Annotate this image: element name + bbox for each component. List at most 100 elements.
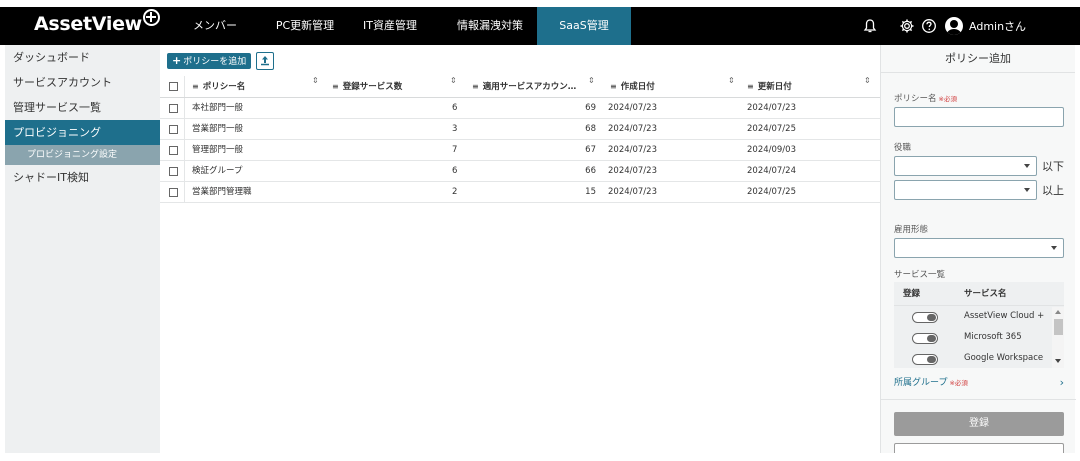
nav-pc-update[interactable]: PC更新管理 <box>265 7 345 45</box>
service-row: Google Workspace <box>894 348 1052 368</box>
service-toggle[interactable] <box>912 312 938 323</box>
sidebar: ダッシュボード サービスアカウント 管理サービス一覧 プロビジョニング プロビジ… <box>5 45 160 453</box>
bell-icon[interactable] <box>862 18 878 34</box>
service-name: AssetView Cloud + <box>964 311 1045 321</box>
column-label: 更新日付 <box>757 82 792 92</box>
column-header-applied-accounts[interactable]: ≡ 適用サービスアカウン… <box>472 76 594 97</box>
sidebar-item-provisioning[interactable]: プロビジョニング <box>5 120 160 145</box>
sort-icon[interactable]: ⇕ <box>728 76 735 85</box>
service-row: Microsoft 365 <box>894 327 1052 348</box>
scroll-up-icon[interactable] <box>1055 310 1061 314</box>
filter-icon[interactable]: ≡ <box>332 82 339 91</box>
upload-button[interactable] <box>256 52 274 70</box>
user-menu[interactable]: Adminさん <box>945 16 1026 36</box>
cell-policy-name[interactable]: 管理部門一般 <box>192 140 243 160</box>
sidebar-item-shadow-it[interactable]: シャドーIT検知 <box>5 165 160 190</box>
cell-created-date: 2024/07/23 <box>608 103 657 113</box>
cell-applied-accounts: 66 <box>585 166 596 176</box>
row-checkbox[interactable] <box>169 188 178 197</box>
column-label: 作成日付 <box>620 82 655 92</box>
nav-leak-prevention[interactable]: 情報漏洩対策 <box>450 7 530 45</box>
row-checkbox[interactable] <box>169 167 178 176</box>
add-policy-label: ポリシーを追加 <box>183 57 247 67</box>
row-checkbox[interactable] <box>169 125 178 134</box>
cell-policy-name[interactable]: 営業部門管理職 <box>192 182 252 202</box>
column-header-created-date[interactable]: ≡ 作成日付 <box>610 76 730 97</box>
column-divider <box>184 161 185 181</box>
cell-policy-name[interactable]: 本社部門一般 <box>192 98 243 118</box>
position-label: 役職 <box>894 143 912 153</box>
cell-created-date: 2024/07/23 <box>608 187 657 197</box>
filter-icon[interactable]: ≡ <box>747 82 754 91</box>
sort-icon[interactable]: ⇕ <box>864 76 871 85</box>
policy-add-panel: ポリシー追加 ポリシー名 ※必須 役職 以下 以上 雇用形態 サービス一覧 登録 … <box>880 45 1076 453</box>
row-checkbox[interactable] <box>169 104 178 113</box>
add-policy-button[interactable]: + ポリシーを追加 <box>167 53 252 69</box>
table-row[interactable]: 本社部門一般 6 69 2024/07/23 2024/07/23 <box>160 98 880 119</box>
cell-created-date: 2024/07/23 <box>608 166 657 176</box>
sidebar-subitem-provisioning-settings[interactable]: プロビジョニング設定 <box>5 145 160 165</box>
table-row[interactable]: 管理部門一般 7 67 2024/07/23 2024/09/03 <box>160 140 880 161</box>
column-divider <box>184 98 185 118</box>
row-checkbox[interactable] <box>169 146 178 155</box>
column-header-service-count[interactable]: ≡ 登録サービス数 <box>332 76 452 97</box>
cell-applied-accounts: 69 <box>585 103 596 113</box>
below-label: 以下 <box>1042 160 1064 173</box>
sidebar-item-managed-services[interactable]: 管理サービス一覧 <box>5 95 160 120</box>
employment-label: 雇用形態 <box>894 225 929 235</box>
sort-icon[interactable]: ⇕ <box>450 76 457 85</box>
group-selector-link[interactable]: 所属グループ ※必須 › <box>894 374 1064 392</box>
logo-text: AssetView <box>34 13 142 35</box>
table-row[interactable]: 営業部門一般 3 68 2024/07/23 2024/07/25 <box>160 119 880 140</box>
upload-icon <box>261 56 269 66</box>
gear-icon[interactable] <box>899 18 915 34</box>
cell-policy-name[interactable]: 検証グループ <box>192 161 243 181</box>
nav-it-assets[interactable]: IT資産管理 <box>350 7 430 45</box>
scroll-thumb[interactable] <box>1054 319 1063 335</box>
group-label: 所属グループ <box>894 378 948 388</box>
cell-applied-accounts: 67 <box>585 145 596 155</box>
filter-icon[interactable]: ≡ <box>472 82 479 91</box>
plus-icon: + <box>172 54 182 67</box>
service-toggle[interactable] <box>912 354 938 365</box>
position-above-select[interactable] <box>894 180 1037 200</box>
required-mark: ※必須 <box>949 379 968 387</box>
register-button[interactable]: 登録 <box>894 412 1064 436</box>
position-below-select[interactable] <box>894 156 1037 176</box>
chevron-down-icon <box>1024 164 1030 168</box>
chevron-down-icon <box>1051 246 1057 250</box>
filter-icon[interactable]: ≡ <box>610 82 617 91</box>
column-header-updated-date[interactable]: ≡ 更新日付 <box>747 76 867 97</box>
service-list-scrollbar[interactable] <box>1052 307 1064 368</box>
cell-updated-date: 2024/07/25 <box>747 187 796 197</box>
service-list: 登録 サービス名 AssetView Cloud + Microsoft 365… <box>894 282 1064 368</box>
scroll-down-icon[interactable] <box>1055 359 1061 363</box>
column-label: 適用サービスアカウン… <box>482 82 577 92</box>
sidebar-item-dashboard[interactable]: ダッシュボード <box>5 45 160 70</box>
cell-policy-name[interactable]: 営業部門一般 <box>192 119 243 139</box>
top-navigation-bar: AssetView メンバー PC更新管理 IT資産管理 情報漏洩対策 SaaS… <box>0 7 1080 45</box>
service-toggle[interactable] <box>912 333 938 344</box>
sidebar-item-service-accounts[interactable]: サービスアカウント <box>5 70 160 95</box>
nav-saas-management[interactable]: SaaS管理 <box>537 7 631 45</box>
filter-icon[interactable]: ≡ <box>192 82 199 91</box>
cell-updated-date: 2024/07/24 <box>747 166 796 176</box>
sort-icon[interactable]: ⇕ <box>312 76 319 85</box>
service-list-header: 登録 サービス名 <box>894 282 1064 306</box>
help-icon[interactable] <box>921 18 937 34</box>
column-header-policy-name[interactable]: ≡ ポリシー名 <box>192 76 322 97</box>
employment-select[interactable] <box>894 238 1064 258</box>
assetview-logo[interactable]: AssetView <box>34 9 160 35</box>
secondary-button[interactable] <box>894 443 1064 453</box>
cell-service-count: 6 <box>452 166 458 176</box>
chevron-right-icon: › <box>1059 376 1064 389</box>
table-row[interactable]: 営業部門管理職 2 15 2024/07/23 2024/07/25 <box>160 182 880 203</box>
required-mark: ※必須 <box>938 95 957 103</box>
policy-name-label-text: ポリシー名 <box>894 94 937 104</box>
select-all-checkbox[interactable] <box>169 82 178 91</box>
above-label: 以上 <box>1042 184 1064 197</box>
table-row[interactable]: 検証グループ 6 66 2024/07/23 2024/07/24 <box>160 161 880 182</box>
policy-name-input[interactable] <box>894 107 1064 127</box>
sort-icon[interactable]: ⇕ <box>588 76 595 85</box>
nav-members[interactable]: メンバー <box>175 7 255 45</box>
